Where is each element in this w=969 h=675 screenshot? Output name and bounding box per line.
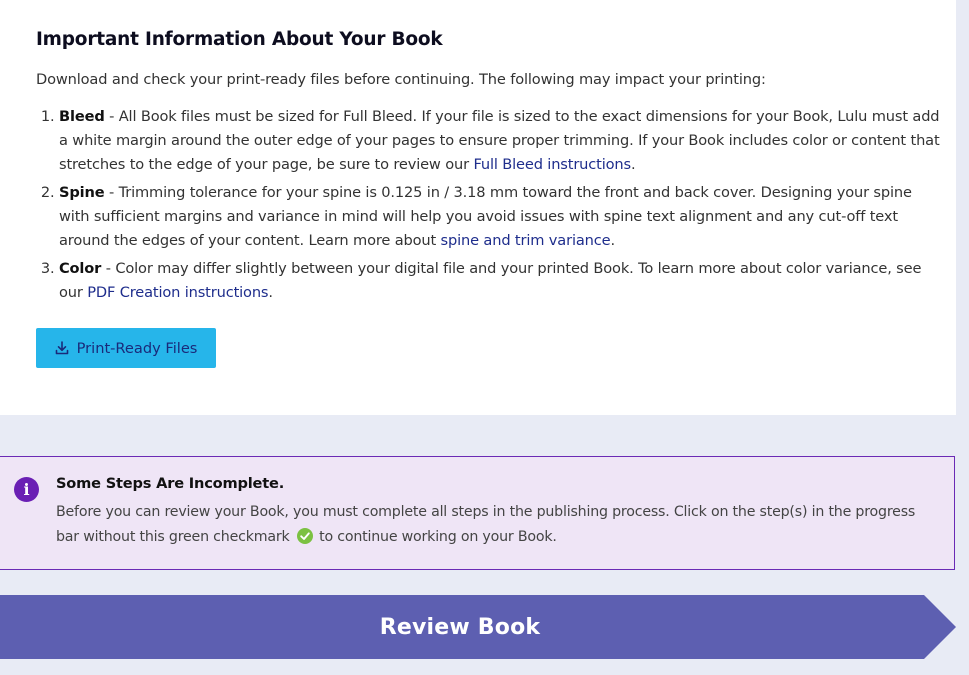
term-color: Color <box>59 260 102 277</box>
section-title: Important Information About Your Book <box>36 29 443 50</box>
green-checkmark-icon <box>296 527 313 544</box>
alert-body-text-end: to continue working on your Book. <box>314 528 557 545</box>
info-list: Bleed - All Book files must be sized for… <box>36 105 943 309</box>
important-info-card: Important Information About Your Book Do… <box>0 0 956 415</box>
period: . <box>630 156 636 173</box>
download-icon <box>55 341 69 355</box>
incomplete-steps-alert: i Some Steps Are Incomplete. Before you … <box>0 456 955 570</box>
period: . <box>268 284 273 301</box>
print-ready-files-button[interactable]: Print-Ready Files <box>36 328 216 368</box>
period: . <box>610 232 615 249</box>
review-book-label: Review Book <box>379 614 541 640</box>
review-book-button[interactable]: Review Book <box>0 595 957 659</box>
list-item-color: Color - Color may differ slightly betwee… <box>59 257 943 305</box>
list-item-spine: Spine - Trimming tolerance for your spin… <box>59 181 943 253</box>
info-icon: i <box>14 477 39 502</box>
full-bleed-instructions-link[interactable]: Full Bleed instructions <box>473 156 631 173</box>
print-ready-files-label: Print-Ready Files <box>76 339 198 357</box>
intro-text: Download and check your print-ready file… <box>36 71 766 88</box>
term-bleed: Bleed <box>59 108 105 125</box>
pdf-creation-instructions-link[interactable]: PDF Creation instructions <box>87 284 268 301</box>
list-item-bleed: Bleed - All Book files must be sized for… <box>59 105 943 177</box>
term-spine: Spine <box>59 184 105 201</box>
alert-title: Some Steps Are Incomplete. <box>56 475 285 492</box>
spine-trim-variance-link[interactable]: spine and trim variance <box>441 232 611 249</box>
alert-body: Before you can review your Book, you mus… <box>56 500 941 549</box>
